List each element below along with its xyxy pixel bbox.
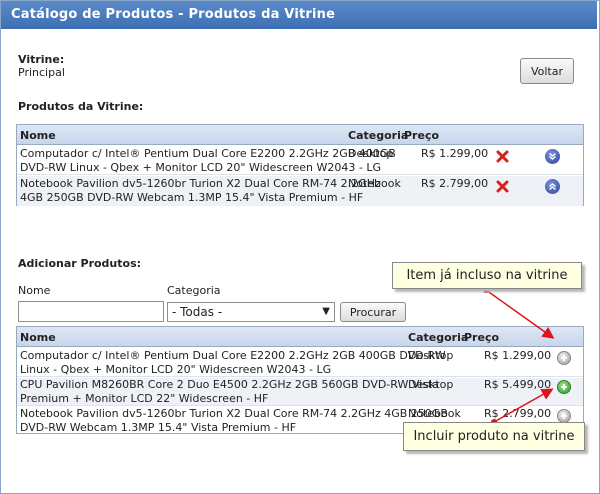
product-name: Computador c/ Intel® Pentium Dual Core E… [20, 147, 396, 174]
table-row: Computador c/ Intel® Pentium Dual Core E… [17, 146, 583, 175]
available-products-table: Nome Categoria Preço Computador c/ Intel… [16, 326, 584, 434]
product-category: Desktop [348, 147, 394, 160]
table-header: Nome Categoria Preço [17, 125, 583, 145]
column-header-category[interactable]: Categoria [348, 129, 408, 142]
vitrine-value: Principal [18, 66, 65, 79]
product-category: Desktop [408, 378, 454, 391]
search-button[interactable]: Procurar [340, 302, 406, 322]
callout-add: Incluir produto na vitrine [403, 422, 585, 451]
product-name: Notebook Pavilion dv5-1260br Turion X2 D… [20, 407, 448, 434]
delete-icon[interactable] [495, 149, 510, 164]
page-title: Catálogo de Produtos - Produtos da Vitri… [1, 1, 597, 29]
product-name: Computador c/ Intel® Pentium Dual Core E… [20, 349, 446, 376]
product-category: Desktop [408, 349, 454, 362]
table-row: CPU Pavilion M8260BR Core 2 Duo E4500 2.… [17, 378, 583, 406]
product-price: R$ 2.799,00 [484, 407, 552, 420]
name-filter-input[interactable] [18, 301, 164, 322]
table-row: Notebook Pavilion dv5-1260br Turion X2 D… [17, 176, 583, 206]
product-price: R$ 1.299,00 [484, 349, 552, 362]
add-product-icon[interactable] [557, 380, 571, 394]
column-header-name[interactable]: Nome [20, 129, 56, 142]
included-icon [557, 351, 571, 365]
column-header-name[interactable]: Nome [20, 331, 56, 344]
delete-icon[interactable] [495, 179, 510, 194]
vitrine-products-heading: Produtos da Vitrine: [18, 100, 144, 113]
category-select-value: - Todas - [172, 305, 223, 319]
product-price: R$ 1.299,00 [421, 147, 489, 160]
chevron-down-icon[interactable] [545, 149, 560, 164]
product-name: CPU Pavilion M8260BR Core 2 Duo E4500 2.… [20, 378, 439, 405]
product-name: Notebook Pavilion dv5-1260br Turion X2 D… [20, 177, 381, 204]
product-category: Notebook [348, 177, 401, 190]
chevron-up-icon[interactable] [545, 179, 560, 194]
category-select[interactable]: - Todas - ▼ [167, 302, 335, 322]
back-button[interactable]: Voltar [520, 58, 574, 84]
vitrine-products-table: Nome Categoria Preço Computador c/ Intel… [16, 124, 584, 206]
column-header-price[interactable]: Preço [464, 331, 499, 344]
add-product-icon[interactable] [557, 409, 571, 423]
category-filter-label: Categoria [167, 284, 221, 297]
vitrine-label: Vitrine: [18, 53, 65, 66]
column-header-category[interactable]: Categoria [408, 331, 468, 344]
add-products-heading: Adicionar Produtos: [18, 257, 142, 270]
callout-included: Item já incluso na vitrine [392, 262, 582, 289]
product-category: Notebook [408, 407, 461, 420]
product-price: R$ 5.499,00 [484, 378, 552, 391]
table-row: Computador c/ Intel® Pentium Dual Core E… [17, 348, 583, 377]
product-price: R$ 2.799,00 [421, 177, 489, 190]
table-header: Nome Categoria Preço [17, 327, 583, 347]
name-filter-label: Nome [18, 284, 51, 297]
chevron-down-icon: ▼ [322, 306, 330, 317]
column-header-price[interactable]: Preço [404, 129, 439, 142]
